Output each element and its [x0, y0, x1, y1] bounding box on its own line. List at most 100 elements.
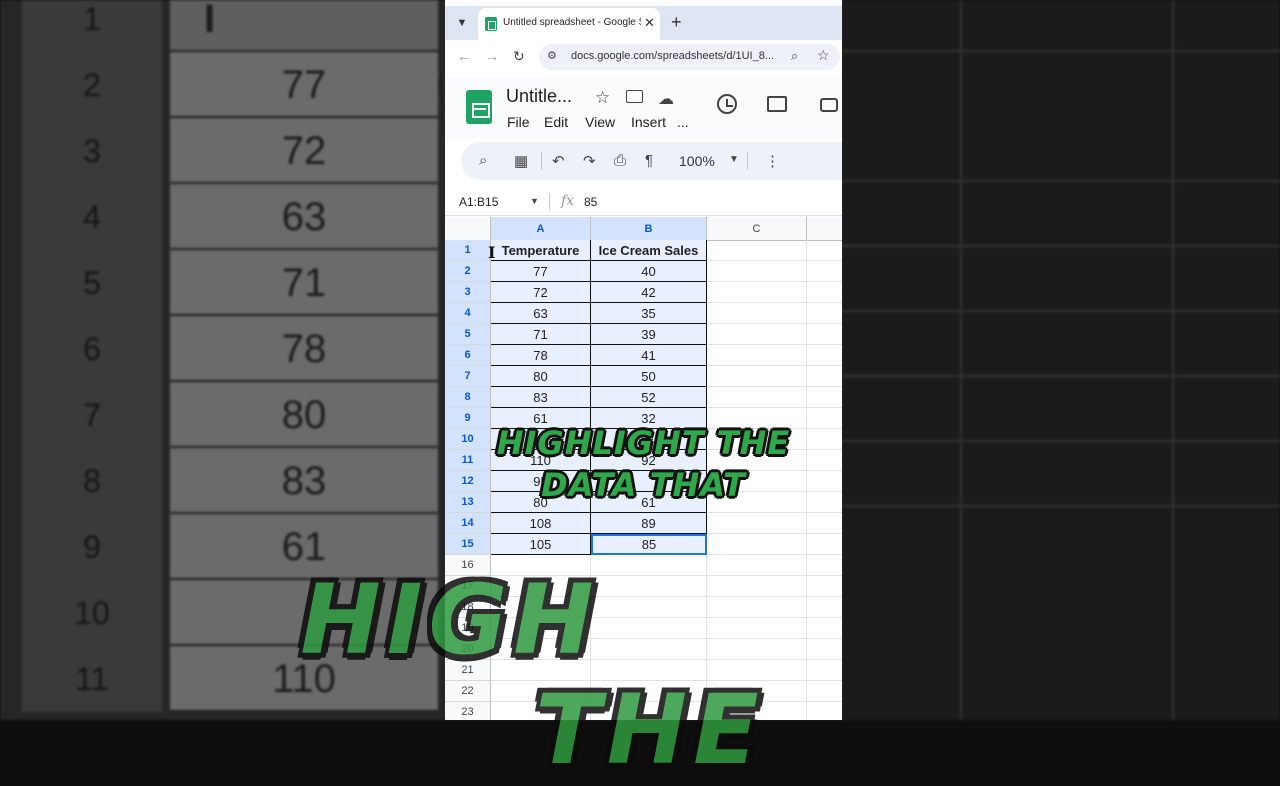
- templates-icon[interactable]: ▦: [514, 152, 528, 170]
- site-info-icon[interactable]: ⚙: [547, 49, 557, 62]
- cell[interactable]: [707, 240, 807, 261]
- formula-input[interactable]: 85: [584, 195, 597, 209]
- sheets-logo-icon[interactable]: [466, 90, 492, 124]
- background-row-number: 1: [22, 0, 162, 52]
- column-header-c[interactable]: C: [707, 217, 807, 241]
- more-options-icon[interactable]: ⋮: [765, 152, 780, 170]
- tab-spreadsheet[interactable]: Untitled spreadsheet - Google Sheets ✕: [478, 8, 660, 40]
- cell[interactable]: [707, 345, 807, 366]
- row-header[interactable]: 4: [445, 303, 491, 324]
- star-icon[interactable]: ☆: [595, 88, 610, 108]
- cell[interactable]: 39: [591, 324, 707, 345]
- header-cell[interactable]: Ice Cream Sales: [591, 240, 707, 261]
- row-header[interactable]: 1: [445, 240, 491, 261]
- paint-format-icon[interactable]: ¶: [645, 152, 653, 169]
- zoom-select[interactable]: 100%: [679, 153, 715, 169]
- version-history-icon[interactable]: [717, 94, 737, 114]
- cell[interactable]: 72: [491, 282, 591, 303]
- cell[interactable]: 83: [491, 387, 591, 408]
- cell[interactable]: [707, 303, 807, 324]
- caption-background: HIGHTHE: [200, 565, 1100, 785]
- cell[interactable]: [807, 534, 842, 555]
- select-all-corner[interactable]: [445, 217, 491, 241]
- cell[interactable]: 40: [591, 261, 707, 282]
- cell[interactable]: [807, 303, 842, 324]
- zoom-caret-icon[interactable]: ▼: [729, 154, 739, 165]
- name-box-caret-icon[interactable]: ▼: [530, 196, 539, 206]
- cell[interactable]: [807, 387, 842, 408]
- row-header[interactable]: 6: [445, 345, 491, 366]
- address-bar: ← → ↻ ⚙ docs.google.com/spreadsheets/d/1…: [445, 40, 842, 74]
- cell[interactable]: 41: [591, 345, 707, 366]
- cell[interactable]: [707, 387, 807, 408]
- cell[interactable]: 42: [591, 282, 707, 303]
- cell[interactable]: 50: [591, 366, 707, 387]
- menu-edit[interactable]: Edit: [544, 114, 568, 130]
- cell[interactable]: 63: [491, 303, 591, 324]
- menu-more[interactable]: ...: [677, 114, 689, 130]
- document-title[interactable]: Untitle...: [506, 86, 572, 107]
- reload-icon[interactable]: ↻: [513, 48, 525, 65]
- redo-icon[interactable]: ↷: [583, 152, 596, 170]
- column-header-b[interactable]: B: [591, 217, 707, 241]
- cell[interactable]: [707, 534, 807, 555]
- cell[interactable]: 105: [491, 534, 591, 555]
- cell[interactable]: [707, 282, 807, 303]
- column-header-a[interactable]: A: [491, 217, 591, 241]
- background-row-number: 10: [22, 580, 162, 646]
- background-row-number: 11: [22, 646, 162, 712]
- tab-search-chevron-icon[interactable]: ▼: [453, 14, 471, 32]
- comments-icon[interactable]: [767, 96, 787, 112]
- row-header[interactable]: 7: [445, 366, 491, 387]
- cell[interactable]: 80: [491, 366, 591, 387]
- name-box[interactable]: A1:B15: [459, 195, 498, 209]
- cell[interactable]: [707, 366, 807, 387]
- meet-video-icon[interactable]: [820, 98, 838, 112]
- search-menus-icon[interactable]: ⌕: [479, 152, 487, 169]
- background-value-cell: 83: [170, 448, 438, 514]
- cell[interactable]: [807, 345, 842, 366]
- back-arrow-icon[interactable]: ←: [457, 48, 471, 64]
- new-tab-button[interactable]: +: [671, 12, 682, 32]
- cell[interactable]: 89: [591, 513, 707, 534]
- cell[interactable]: [707, 513, 807, 534]
- cell[interactable]: [807, 261, 842, 282]
- cell[interactable]: 78: [491, 345, 591, 366]
- cell[interactable]: [807, 240, 842, 261]
- undo-icon[interactable]: ↶: [552, 152, 565, 170]
- bookmark-star-icon[interactable]: ☆: [817, 47, 830, 64]
- tab-bar: ▼ Untitled spreadsheet - Google Sheets ✕…: [445, 6, 842, 40]
- cell[interactable]: 77: [491, 261, 591, 282]
- cell[interactable]: 35: [591, 303, 707, 324]
- menu-insert[interactable]: Insert: [631, 114, 666, 130]
- cell[interactable]: [807, 366, 842, 387]
- cell[interactable]: [707, 324, 807, 345]
- close-tab-icon[interactable]: ✕: [644, 15, 655, 31]
- row-header[interactable]: 15: [445, 534, 491, 555]
- menu-file[interactable]: File: [507, 114, 530, 130]
- row-header[interactable]: 5: [445, 324, 491, 345]
- cell[interactable]: 108: [491, 513, 591, 534]
- column-header-d[interactable]: [807, 217, 842, 241]
- cell[interactable]: 71: [491, 324, 591, 345]
- menu-view[interactable]: View: [585, 114, 615, 130]
- cell[interactable]: 52: [591, 387, 707, 408]
- background-value-cell: 63: [170, 184, 438, 250]
- cell[interactable]: [707, 261, 807, 282]
- row-header[interactable]: 3: [445, 282, 491, 303]
- zoom-magnifier-icon[interactable]: ⌕: [791, 48, 798, 64]
- header-cell[interactable]: Temperature: [491, 240, 591, 261]
- url-input[interactable]: ⚙ docs.google.com/spreadsheets/d/1UI_8..…: [539, 44, 840, 70]
- cell[interactable]: [807, 324, 842, 345]
- background-value-cell: 72: [170, 118, 438, 184]
- cell[interactable]: 85: [591, 534, 707, 555]
- cell[interactable]: [807, 282, 842, 303]
- row-header[interactable]: 8: [445, 387, 491, 408]
- row-header[interactable]: 2: [445, 261, 491, 282]
- move-folder-icon[interactable]: [626, 90, 643, 103]
- row-header[interactable]: 14: [445, 513, 491, 534]
- print-icon[interactable]: ⎙: [614, 152, 626, 169]
- cell[interactable]: [807, 513, 842, 534]
- cloud-status-icon[interactable]: ☁: [658, 89, 674, 109]
- forward-arrow-icon[interactable]: →: [485, 48, 499, 64]
